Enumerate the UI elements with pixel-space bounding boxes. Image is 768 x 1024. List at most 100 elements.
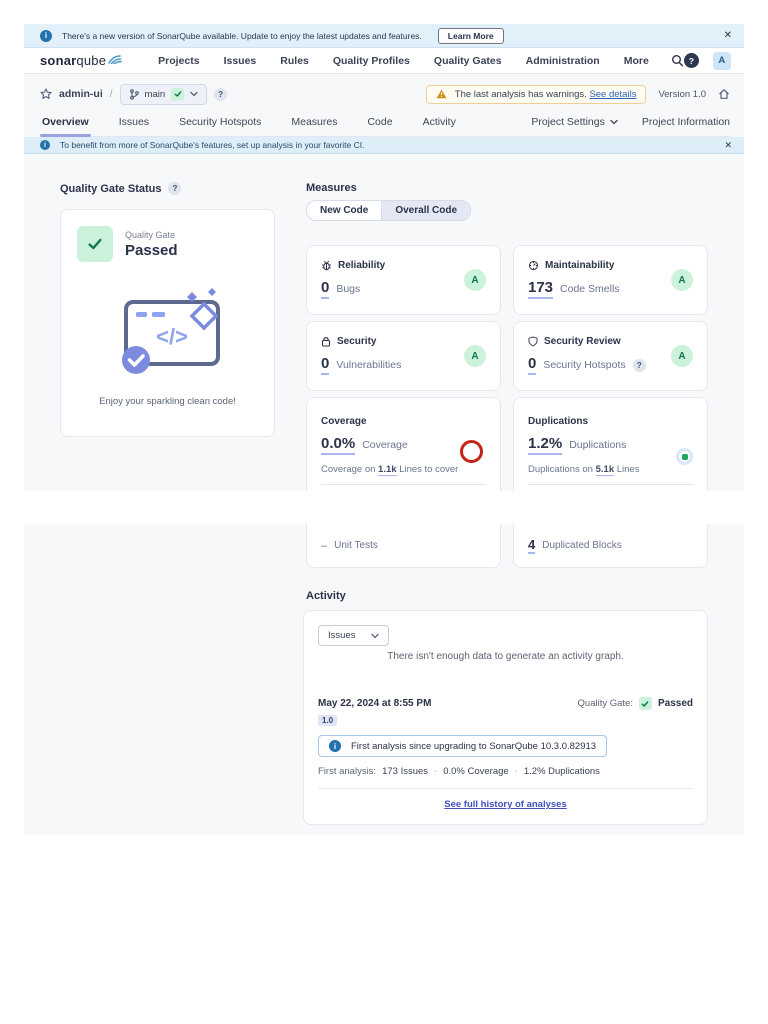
security-hotspots-help-icon[interactable]: ? <box>632 359 646 372</box>
duplicated-blocks-footer: 4 Duplicated Blocks <box>513 524 708 568</box>
warning-icon <box>436 89 447 99</box>
lines-to-cover-link[interactable]: 1.1k <box>378 464 397 476</box>
measures-section-title: Measures <box>306 182 357 194</box>
logo-wave-icon <box>108 51 124 64</box>
version-label: Version 1.0 <box>658 88 706 100</box>
project-information-link[interactable]: Project Information <box>642 116 730 128</box>
info-icon: i <box>329 740 341 752</box>
duplications-rating-icon <box>676 448 693 465</box>
tab-issues[interactable]: Issues <box>117 110 151 136</box>
maintainability-icon <box>528 260 539 271</box>
analysis-summary: First analysis: 173 Issues · 0.0% Covera… <box>318 766 600 777</box>
breadcrumb-separator: / <box>109 88 113 100</box>
home-icon[interactable] <box>718 88 730 100</box>
reliability-card: Reliability 0 Bugs A <box>306 245 501 315</box>
tab-overview[interactable]: Overview <box>40 110 91 137</box>
chevron-down-icon <box>190 91 198 97</box>
activity-card: Issues There isn't enough data to genera… <box>303 610 708 825</box>
info-icon: i <box>40 140 50 150</box>
favorite-star-icon[interactable] <box>40 88 52 100</box>
project-settings-menu[interactable]: Project Settings <box>531 116 618 128</box>
nav-item-more[interactable]: More <box>624 55 649 67</box>
info-icon: i <box>40 29 52 42</box>
see-details-link[interactable]: See details <box>589 89 636 100</box>
reliability-rating-badge[interactable]: A <box>464 269 486 291</box>
sonarqube-app: i There's a new version of SonarQube ava… <box>24 24 744 835</box>
quality-gate-help-icon[interactable]: ? <box>168 182 182 195</box>
breadcrumb: admin-ui / main ? The last analysis has … <box>40 82 730 106</box>
vulnerabilities-count-link[interactable]: 0 <box>321 355 330 375</box>
unit-tests-value: – <box>321 539 328 552</box>
coverage-value-link[interactable]: 0.0% <box>321 435 356 455</box>
screenshot-seam <box>24 491 744 524</box>
maintainability-card: Maintainability 173 Code Smells A <box>513 245 708 315</box>
project-tabs: Overview Issues Security Hotspots Measur… <box>40 110 730 137</box>
help-icon[interactable]: ? <box>683 53 699 68</box>
ci-banner-text: To benefit from more of SonarQube's feat… <box>60 140 365 150</box>
update-banner-text: There's a new version of SonarQube avail… <box>62 30 422 41</box>
branch-selector[interactable]: main <box>119 83 208 105</box>
security-hotspots-count-link[interactable]: 0 <box>528 355 537 375</box>
shield-icon <box>528 336 538 347</box>
search-icon[interactable] <box>671 54 684 67</box>
tab-activity[interactable]: Activity <box>421 110 458 136</box>
analysis-date: May 22, 2024 at 8:55 PM <box>318 698 432 709</box>
code-smells-count-link[interactable]: 173 <box>528 279 554 299</box>
tab-security-hotspots[interactable]: Security Hotspots <box>177 110 263 136</box>
nav-item-quality-gates[interactable]: Quality Gates <box>434 55 502 67</box>
tab-code[interactable]: Code <box>365 110 394 136</box>
analysis-quality-gate: Quality Gate: Passed <box>577 697 693 710</box>
branch-status-check-icon <box>171 87 185 101</box>
coverage-footnote: Coverage on 1.1k Lines to cover <box>321 464 459 476</box>
overview-content: Quality Gate Status ? Quality Gate Passe… <box>24 154 744 491</box>
lock-icon <box>321 336 331 347</box>
main-nav: Projects Issues Rules Quality Profiles Q… <box>158 55 649 67</box>
nav-item-projects[interactable]: Projects <box>158 55 199 67</box>
first-analysis-note: i First analysis since upgrading to Sona… <box>318 735 608 757</box>
close-icon[interactable]: ✕ <box>724 140 732 151</box>
tab-measures[interactable]: Measures <box>289 110 339 136</box>
quality-gate-section-title: Quality Gate Status <box>60 182 162 195</box>
activity-section: Activity Issues There isn't enough data … <box>24 568 744 835</box>
sonarqube-logo[interactable]: sonarqube <box>40 53 124 68</box>
bugs-count-link[interactable]: 0 <box>321 279 330 299</box>
branch-icon <box>129 88 139 100</box>
duplicated-lines-link[interactable]: 5.1k <box>595 464 615 476</box>
duplicated-blocks-count-link[interactable]: 4 <box>528 537 536 554</box>
branch-name: main <box>144 88 166 100</box>
empty-graph-message: There isn't enough data to generate an a… <box>387 651 624 662</box>
bug-icon <box>321 260 332 271</box>
quality-gate-card: Quality Gate Passed </> Enjoy your spark… <box>60 209 275 437</box>
duplications-card: Duplications 1.2% Duplications Duplicati… <box>513 397 708 491</box>
see-full-history-link[interactable]: See full history of analyses <box>444 799 567 810</box>
clean-code-illustration: </> <box>121 288 220 374</box>
annotation-circle <box>460 440 483 463</box>
security-rating-badge[interactable]: A <box>464 345 486 367</box>
toggle-overall-code[interactable]: Overall Code <box>381 201 471 220</box>
learn-more-button[interactable]: Learn More <box>437 27 504 44</box>
nav-item-administration[interactable]: Administration <box>526 55 600 67</box>
graph-metric-select[interactable]: Issues <box>318 625 390 646</box>
nav-item-rules[interactable]: Rules <box>280 55 309 67</box>
passed-check-icon <box>77 226 113 262</box>
avatar[interactable]: A <box>712 51 731 70</box>
quality-gate-section: Quality Gate Status ? Quality Gate Passe… <box>60 182 275 491</box>
code-scope-toggle: New Code Overall Code <box>306 200 472 221</box>
passed-check-icon <box>638 697 652 710</box>
quality-gate-status: Passed <box>125 241 178 259</box>
security-review-card: Security Review 0 Security Hotspots ? A <box>513 321 708 391</box>
close-icon[interactable]: ✕ <box>724 30 732 41</box>
svg-text:</>: </> <box>156 324 188 349</box>
maintainability-rating-badge[interactable]: A <box>671 269 693 291</box>
activity-section-title: Activity <box>306 590 346 602</box>
nav-item-issues[interactable]: Issues <box>224 55 257 67</box>
branch-help-icon[interactable]: ? <box>214 87 228 101</box>
duplications-value-link[interactable]: 1.2% <box>528 435 563 455</box>
security-review-rating-badge[interactable]: A <box>671 345 693 367</box>
version-badge: 1.0 <box>318 715 338 726</box>
nav-item-quality-profiles[interactable]: Quality Profiles <box>333 55 410 67</box>
measures-section: Measures New Code Overall Code Reliabili… <box>306 182 708 491</box>
project-name[interactable]: admin-ui <box>59 88 103 100</box>
header-right: The last analysis has warnings. See deta… <box>425 84 730 104</box>
toggle-new-code[interactable]: New Code <box>307 201 381 220</box>
